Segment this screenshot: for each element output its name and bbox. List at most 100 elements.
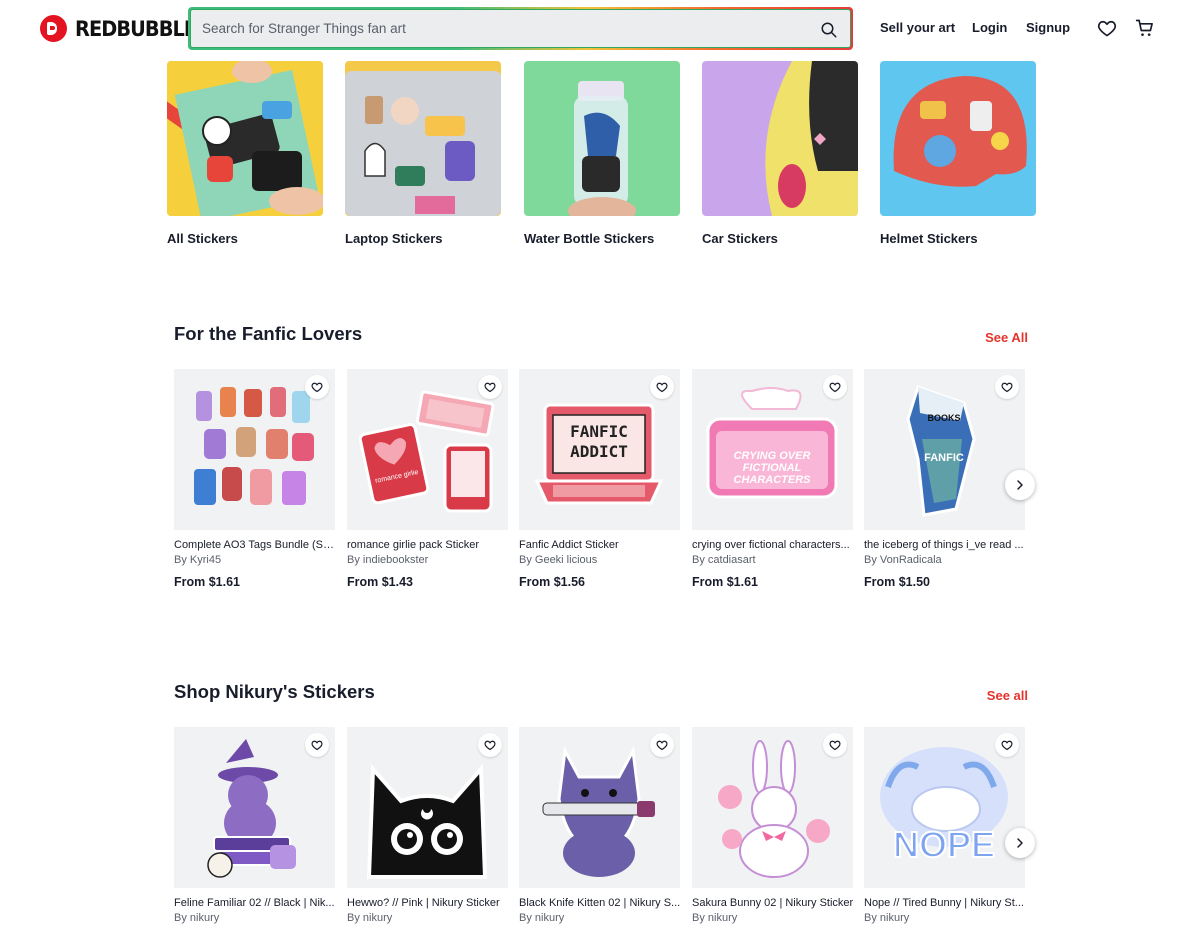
product-image: NOPE <box>864 727 1025 888</box>
product-card[interactable]: Hewwo? // Pink | Nikury Sticker By nikur… <box>347 727 509 924</box>
product-price: From $1.50 <box>864 575 931 589</box>
heart-icon <box>829 382 841 393</box>
product-title: Complete AO3 Tags Bundle (SE... <box>174 539 336 551</box>
heart-icon <box>484 382 496 393</box>
product-price: From $1.43 <box>347 575 414 589</box>
iceberg-books-text: BOOKS <box>927 413 960 423</box>
favorite-button[interactable] <box>305 375 329 399</box>
product-title: crying over fictional characters... <box>692 539 850 551</box>
see-all-nikury-link[interactable]: See all <box>987 688 1028 703</box>
category-laptop-stickers[interactable]: Laptop Stickers <box>345 61 501 246</box>
login-link[interactable]: Login <box>972 20 1007 35</box>
section-title-nikury: Shop Nikury's Stickers <box>174 681 375 702</box>
heart-icon <box>829 740 841 751</box>
search-bar <box>188 7 853 50</box>
product-artist: By VonRadicala <box>864 554 942 566</box>
search-icon[interactable] <box>820 21 838 39</box>
product-card[interactable]: romance girlie romance girlie pack Stick… <box>347 369 509 589</box>
product-image <box>692 727 853 888</box>
favorite-button[interactable] <box>478 733 502 757</box>
category-all-stickers[interactable]: All Stickers <box>167 61 323 246</box>
cart-icon[interactable] <box>1135 18 1155 38</box>
redbubble-logo-mark <box>40 15 67 42</box>
favorite-button[interactable] <box>823 733 847 757</box>
search-inner <box>190 9 851 48</box>
crying-line-2: FICTIONAL <box>743 462 802 474</box>
heart-icon <box>656 740 668 751</box>
product-title: Hewwo? // Pink | Nikury Sticker <box>347 897 500 909</box>
category-label: Water Bottle Stickers <box>524 231 655 246</box>
favorites-heart-icon[interactable] <box>1097 18 1117 38</box>
search-input[interactable] <box>191 10 850 47</box>
favorite-button[interactable] <box>478 375 502 399</box>
carousel-next-button[interactable] <box>1005 828 1035 858</box>
product-image: CRYING OVER FICTIONAL CHARACTERS <box>692 369 853 530</box>
sell-your-art-link[interactable]: Sell your art <box>880 20 955 35</box>
category-water-bottle-stickers[interactable]: Water Bottle Stickers <box>524 61 680 246</box>
product-price: From $1.61 <box>692 575 759 589</box>
product-artist: By Geeki licious <box>519 554 598 566</box>
heart-icon <box>484 740 496 751</box>
category-image <box>167 61 323 216</box>
product-image <box>174 727 335 888</box>
category-car-stickers[interactable]: Car Stickers <box>702 61 858 246</box>
product-title: Black Knife Kitten 02 | Nikury S... <box>519 897 681 909</box>
product-artist: By nikury <box>347 912 393 924</box>
product-image <box>519 727 680 888</box>
product-title: Feline Familiar 02 // Black | Nik... <box>174 897 335 909</box>
product-artist: By nikury <box>692 912 738 924</box>
product-card[interactable]: NOPE Nope // Tired Bunny | Nikury St... … <box>864 727 1026 924</box>
product-image: romance girlie <box>347 369 508 530</box>
product-card[interactable]: Sakura Bunny 02 | Nikury Sticker By niku… <box>692 727 854 924</box>
fanfic-line-2: ADDICT <box>570 442 628 461</box>
heart-icon <box>656 382 668 393</box>
product-image <box>347 727 508 888</box>
product-card[interactable]: BOOKS FANFIC the iceberg of things i_ve … <box>864 369 1026 589</box>
heart-icon <box>311 740 323 751</box>
favorite-button[interactable] <box>650 375 674 399</box>
product-price: From $1.56 <box>519 575 586 589</box>
category-image <box>345 61 501 216</box>
signup-link[interactable]: Signup <box>1026 20 1070 35</box>
favorite-button[interactable] <box>305 733 329 757</box>
product-title: the iceberg of things i_ve read ... <box>864 539 1024 551</box>
nope-text: NOPE <box>893 824 995 865</box>
favorite-button[interactable] <box>823 375 847 399</box>
product-price: From $1.61 <box>174 575 241 589</box>
product-artist: By Kyri45 <box>174 554 222 566</box>
product-image <box>174 369 335 530</box>
site-header: REDBUBBLE Sell your art Login Signup <box>0 0 1200 56</box>
product-image: FANFIC ADDICT <box>519 369 680 530</box>
category-image <box>524 61 680 216</box>
category-helmet-stickers[interactable]: Helmet Stickers <box>880 61 1036 246</box>
product-artist: By nikury <box>864 912 910 924</box>
favorite-button[interactable] <box>650 733 674 757</box>
product-card[interactable]: Feline Familiar 02 // Black | Nik... By … <box>174 727 336 924</box>
redbubble-logo[interactable]: REDBUBBLE <box>40 15 207 42</box>
see-all-fanfic-link[interactable]: See All <box>985 330 1028 345</box>
iceberg-fanfic-text: FANFIC <box>924 452 964 464</box>
product-title: romance girlie pack Sticker <box>347 539 480 551</box>
fanfic-line-1: FANFIC <box>570 422 628 441</box>
favorite-button[interactable] <box>995 733 1019 757</box>
heart-icon <box>311 382 323 393</box>
category-image <box>880 61 1036 216</box>
product-image: BOOKS FANFIC <box>864 369 1025 530</box>
product-title: Nope // Tired Bunny | Nikury St... <box>864 897 1024 909</box>
section-title-fanfic: For the Fanfic Lovers <box>174 323 363 344</box>
category-label: Car Stickers <box>702 231 778 246</box>
product-card[interactable]: FANFIC ADDICT Fanfic Addict Sticker By G… <box>519 369 681 589</box>
chevron-right-icon <box>1017 838 1023 848</box>
product-artist: By nikury <box>519 912 565 924</box>
product-card[interactable]: Black Knife Kitten 02 | Nikury S... By n… <box>519 727 681 924</box>
category-label: All Stickers <box>167 231 238 246</box>
favorite-button[interactable] <box>995 375 1019 399</box>
product-artist: By indiebookster <box>347 554 429 566</box>
heart-icon <box>1001 740 1013 751</box>
product-title: Fanfic Addict Sticker <box>519 539 619 551</box>
product-artist: By catdiasart <box>692 554 756 566</box>
heart-icon <box>1001 382 1013 393</box>
product-card[interactable]: Complete AO3 Tags Bundle (SE... By Kyri4… <box>174 369 336 589</box>
product-card[interactable]: CRYING OVER FICTIONAL CHARACTERS crying … <box>692 369 854 589</box>
carousel-next-button[interactable] <box>1005 470 1035 500</box>
